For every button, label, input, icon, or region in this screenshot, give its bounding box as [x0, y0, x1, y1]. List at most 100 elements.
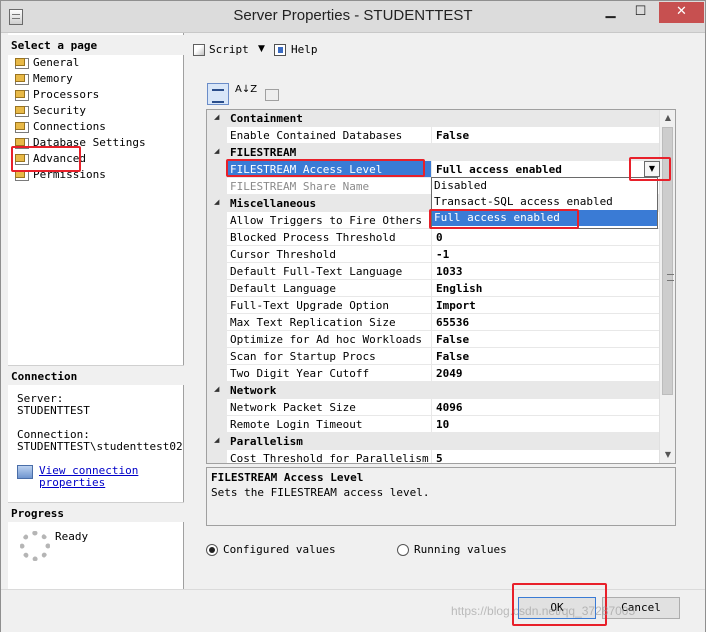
property-value[interactable]: False: [432, 348, 660, 365]
property-value[interactable]: 0: [432, 229, 660, 246]
grid-property-row[interactable]: Scan for Startup Procs False: [207, 348, 660, 365]
property-name[interactable]: Remote Login Timeout: [227, 416, 432, 433]
grid-scrollbar[interactable]: ▲ ▼: [659, 110, 675, 463]
grid-property-row[interactable]: Default Language English: [207, 280, 660, 297]
property-name[interactable]: Network: [227, 382, 660, 399]
grid-property-row[interactable]: Optimize for Ad hoc Workloads False: [207, 331, 660, 348]
property-name[interactable]: FILESTREAM: [227, 144, 660, 161]
scroll-thumb[interactable]: [662, 127, 674, 395]
page-item-label[interactable]: Security: [33, 104, 86, 117]
page-item-permissions[interactable]: Permissions: [13, 167, 183, 183]
grid-property-row[interactable]: Remote Login Timeout 10: [207, 416, 660, 433]
property-value[interactable]: 5: [432, 450, 660, 463]
property-pages-icon[interactable]: [260, 83, 282, 105]
page-item-advanced[interactable]: Advanced: [13, 151, 183, 167]
scroll-down-icon[interactable]: ▼: [660, 447, 675, 463]
select-page-header: Select a page: [8, 35, 184, 55]
page-item-label[interactable]: Processors: [33, 88, 99, 101]
property-name[interactable]: FILESTREAM Access Level: [227, 161, 432, 178]
collapse-triangle-icon[interactable]: [207, 382, 227, 399]
configured-radio-dot[interactable]: [206, 544, 218, 556]
property-name[interactable]: Containment: [227, 110, 660, 127]
dropdown-chevron-icon[interactable]: ▼: [644, 161, 660, 177]
property-value[interactable]: Full access enabled: [432, 161, 660, 178]
categorized-view-icon[interactable]: [207, 83, 229, 105]
page-item-general[interactable]: General: [13, 55, 183, 71]
page-item-label[interactable]: Advanced: [33, 152, 86, 165]
collapse-triangle-icon[interactable]: [207, 144, 227, 161]
access-level-dropdown-list[interactable]: Disabled Transact-SQL access enabled Full …: [431, 177, 658, 229]
property-value[interactable]: 10: [432, 416, 660, 433]
property-name[interactable]: FILESTREAM Share Name: [227, 178, 432, 195]
page-item-processors[interactable]: Processors: [13, 87, 183, 103]
property-value[interactable]: English: [432, 280, 660, 297]
collapse-triangle-icon[interactable]: [207, 195, 227, 212]
page-item-label[interactable]: General: [33, 56, 79, 69]
grid-category-row[interactable]: Parallelism: [207, 433, 660, 450]
property-name[interactable]: Allow Triggers to Fire Others: [227, 212, 432, 229]
grid-property-row[interactable]: Blocked Process Threshold 0: [207, 229, 660, 246]
minimize-icon[interactable]: ▁: [597, 2, 624, 23]
view-link-line2[interactable]: properties: [39, 476, 105, 489]
property-name[interactable]: Optimize for Ad hoc Workloads: [227, 331, 432, 348]
property-name[interactable]: Full-Text Upgrade Option: [227, 297, 432, 314]
scroll-up-icon[interactable]: ▲: [660, 110, 675, 126]
property-name[interactable]: Enable Contained Databases: [227, 127, 432, 144]
page-item-memory[interactable]: Memory: [13, 71, 183, 87]
page-item-connections[interactable]: Connections: [13, 119, 183, 135]
dropdown-option[interactable]: Full access enabled: [432, 210, 657, 226]
page-item-security[interactable]: Security: [13, 103, 183, 119]
property-value[interactable]: False: [432, 331, 660, 348]
grid-property-row[interactable]: Default Full-Text Language 1033: [207, 263, 660, 280]
property-name[interactable]: Cursor Threshold: [227, 246, 432, 263]
property-value[interactable]: Import: [432, 297, 660, 314]
property-name[interactable]: Max Text Replication Size: [227, 314, 432, 331]
property-value[interactable]: False: [432, 127, 660, 144]
grid-property-row[interactable]: Enable Contained Databases False: [207, 127, 660, 144]
grid-category-row[interactable]: Containment: [207, 110, 660, 127]
property-name[interactable]: Scan for Startup Procs: [227, 348, 432, 365]
grid-property-row[interactable]: Network Packet Size 4096: [207, 399, 660, 416]
property-name[interactable]: Parallelism: [227, 433, 660, 450]
maximize-icon[interactable]: ☐: [627, 2, 654, 23]
grid-category-row[interactable]: FILESTREAM: [207, 144, 660, 161]
property-value[interactable]: 4096: [432, 399, 660, 416]
property-name[interactable]: Network Packet Size: [227, 399, 432, 416]
page-item-label[interactable]: Database Settings: [33, 136, 146, 149]
collapse-triangle-icon[interactable]: [207, 433, 227, 450]
running-values-label[interactable]: Running values: [414, 543, 507, 556]
grid-property-row[interactable]: Cursor Threshold -1: [207, 246, 660, 263]
grid-category-row[interactable]: Network: [207, 382, 660, 399]
grid-property-row[interactable]: FILESTREAM Access Level Full access enabl…: [207, 161, 660, 178]
collapse-triangle-icon[interactable]: [207, 110, 227, 127]
dropdown-option[interactable]: Transact-SQL access enabled: [432, 194, 657, 210]
script-dropdown-chevron-icon[interactable]: ▼: [258, 44, 265, 54]
property-name[interactable]: Blocked Process Threshold: [227, 229, 432, 246]
running-radio-dot[interactable]: [397, 544, 409, 556]
close-icon[interactable]: ✕: [659, 2, 704, 23]
help-button[interactable]: Help: [291, 43, 318, 56]
property-name[interactable]: Two Digit Year Cutoff: [227, 365, 432, 382]
grid-property-row[interactable]: Max Text Replication Size 65536: [207, 314, 660, 331]
page-item-label[interactable]: Connections: [33, 120, 106, 133]
property-name[interactable]: Default Language: [227, 280, 432, 297]
page-item-label[interactable]: Permissions: [33, 168, 106, 181]
sort-alphabetical-icon[interactable]: A↓Z: [231, 83, 257, 105]
script-button[interactable]: Script: [209, 43, 249, 56]
script-icon[interactable]: [193, 44, 205, 56]
page-item-database-settings[interactable]: Database Settings: [13, 135, 183, 151]
grid-property-row[interactable]: Two Digit Year Cutoff 2049: [207, 365, 660, 382]
property-name[interactable]: Default Full-Text Language: [227, 263, 432, 280]
property-value[interactable]: 65536: [432, 314, 660, 331]
property-value[interactable]: 1033: [432, 263, 660, 280]
configured-values-label[interactable]: Configured values: [223, 543, 336, 556]
property-name[interactable]: Cost Threshold for Parallelism: [227, 450, 432, 463]
help-icon[interactable]: [274, 44, 286, 56]
page-item-label[interactable]: Memory: [33, 72, 73, 85]
property-value[interactable]: 2049: [432, 365, 660, 382]
title-bar[interactable]: Server Properties - STUDENTTEST ▁ ☐ ✕: [1, 1, 705, 33]
dropdown-option[interactable]: Disabled: [432, 178, 657, 194]
grid-property-row[interactable]: Cost Threshold for Parallelism 5: [207, 450, 660, 463]
property-value[interactable]: -1: [432, 246, 660, 263]
grid-property-row[interactable]: Full-Text Upgrade Option Import: [207, 297, 660, 314]
